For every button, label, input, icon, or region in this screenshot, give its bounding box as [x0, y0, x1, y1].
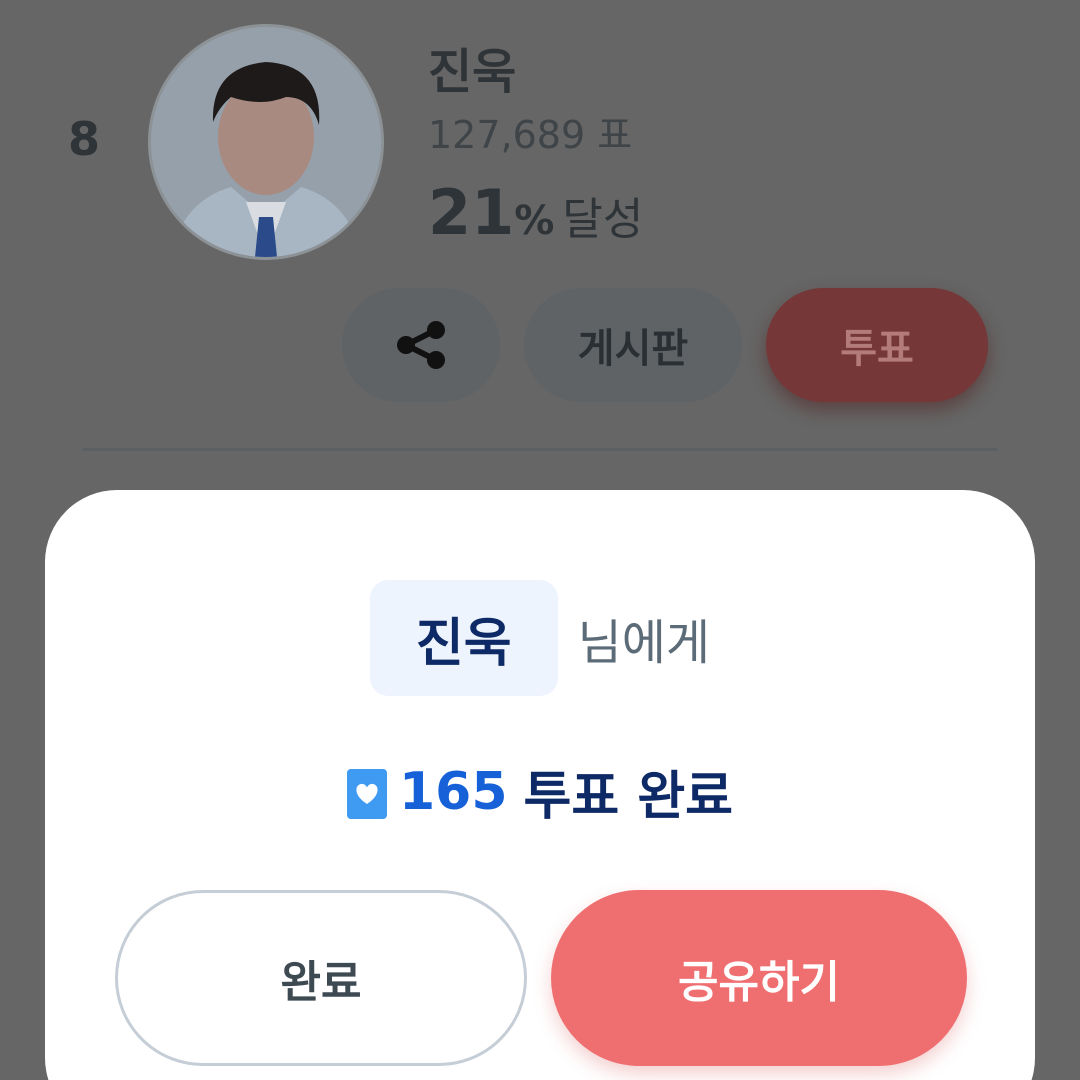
percent-sign: %: [514, 198, 555, 244]
vote-result: 165 투표 완료: [45, 754, 1035, 829]
achievement-percent: 21: [428, 176, 515, 249]
board-button[interactable]: 게시판: [524, 288, 742, 402]
avatar: [148, 24, 384, 260]
recipient-row: 진욱 님에게: [45, 580, 1035, 696]
vote-done-text: 투표 완료: [523, 767, 733, 827]
vote-total: 127,689 표: [428, 113, 633, 157]
done-button[interactable]: 완료: [115, 890, 527, 1066]
recipient-suffix: 님에게: [577, 615, 711, 671]
recipient-name: 진욱: [369, 580, 558, 696]
heart-icon: [346, 768, 387, 819]
vote-count: 165: [398, 761, 508, 822]
screen: 8 진욱 127,689 표 21% 달성 게시판 투표 진욱 님에게 165 …: [0, 0, 1080, 1080]
avatar-image: [151, 27, 381, 257]
achievement: 21% 달성: [428, 176, 643, 249]
vote-complete-modal: 진욱 님에게 165 투표 완료 완료 공유하기: [45, 490, 1035, 1080]
share-button-small[interactable]: [342, 288, 500, 402]
rank-number: 8: [68, 112, 101, 166]
vote-button[interactable]: 투표: [766, 288, 988, 402]
share-icon: [397, 321, 445, 369]
share-button[interactable]: 공유하기: [551, 890, 967, 1066]
divider: [82, 448, 998, 451]
achievement-label: 달성: [562, 194, 644, 245]
entry-name: 진욱: [428, 44, 517, 100]
